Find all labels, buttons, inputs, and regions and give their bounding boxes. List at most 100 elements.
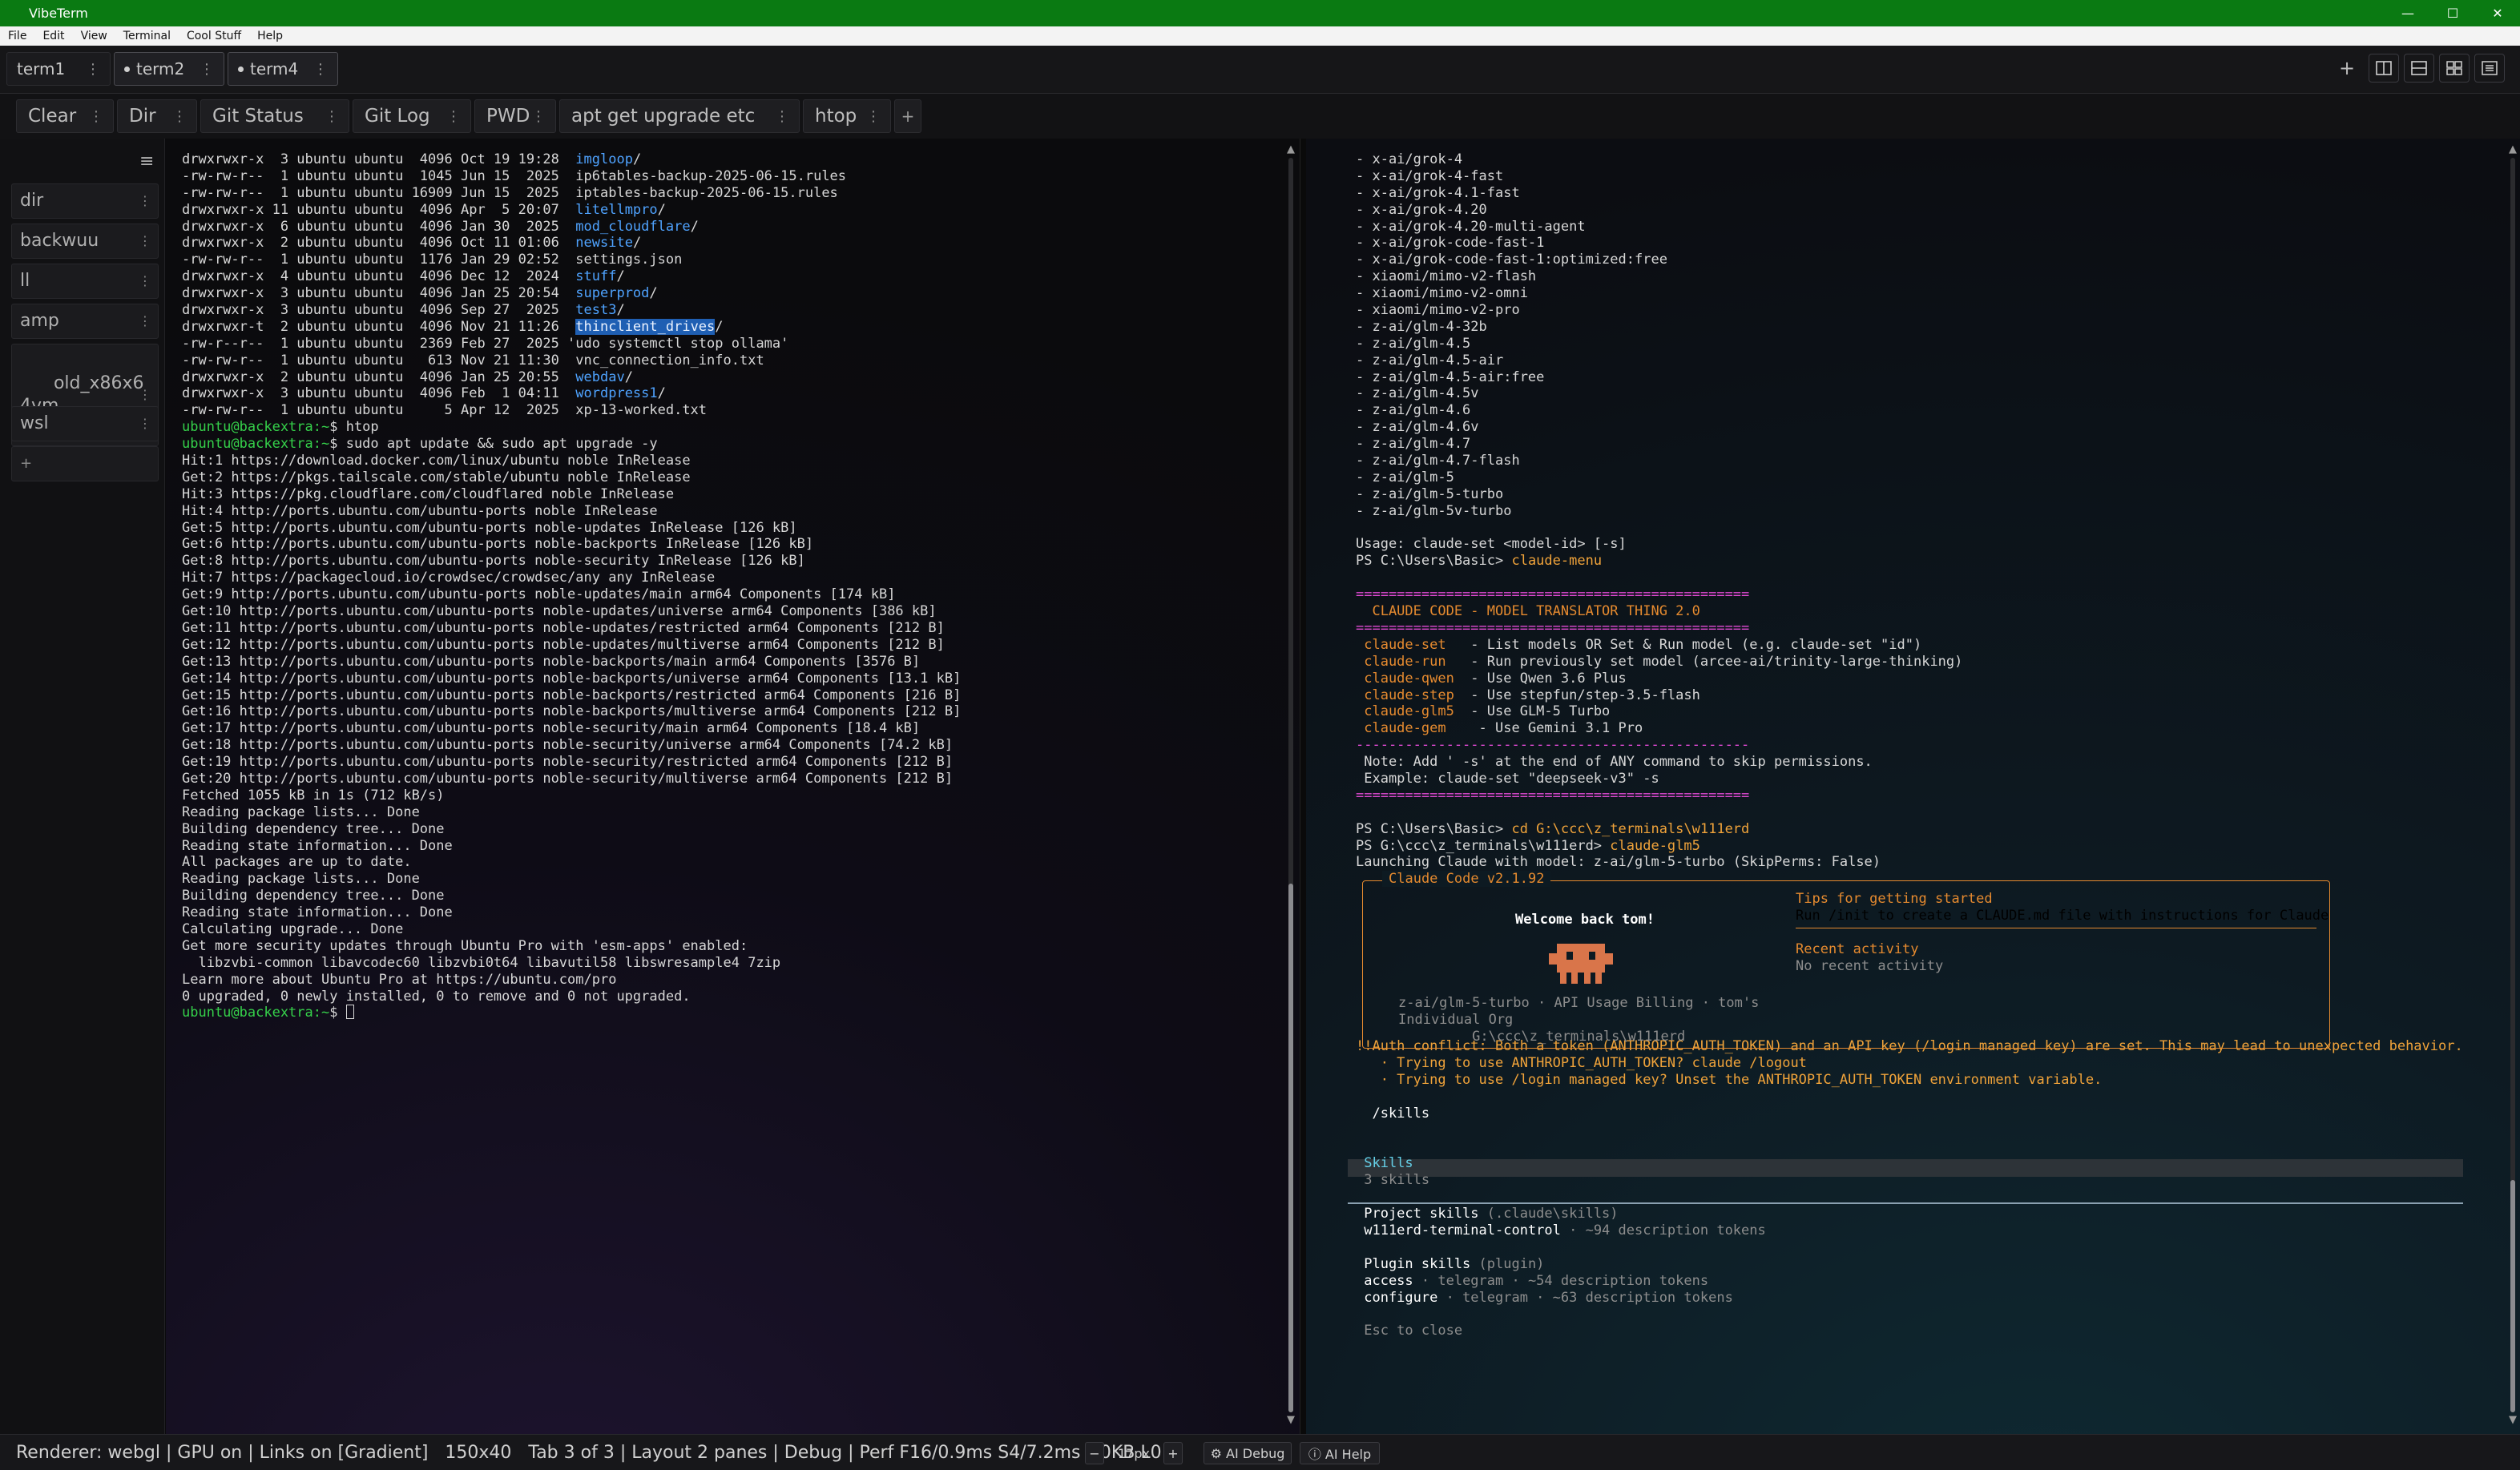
terminal-line: drwxrwxr-x 11 ubuntu ubuntu 4096 Apr 5 2…: [182, 202, 961, 219]
quick-pwd-button[interactable]: PWD ⋮: [474, 99, 556, 133]
terminal-line: - z-ai/glm-4.7-flash: [1356, 453, 2463, 469]
command-menu-icon[interactable]: ⋮: [89, 108, 103, 125]
font-increase-button[interactable]: +: [1163, 1442, 1183, 1464]
terminal-line: Calculating upgrade... Done: [182, 921, 961, 938]
sidebar-item-amp[interactable]: amp ⋮: [11, 304, 159, 339]
model-billing-line: z-ai/glm-5-turbo · API Usage Billing · t…: [1398, 995, 1760, 1011]
sidebar-item-dir[interactable]: dir ⋮: [11, 183, 159, 219]
terminal-output[interactable]: - x-ai/grok-4- x-ai/grok-4-fast - x-ai/gr…: [1356, 151, 2463, 1339]
split-vertical-button[interactable]: [2369, 54, 2399, 83]
terminal-line: Reading package lists... Done: [182, 871, 961, 888]
item-menu-icon[interactable]: ⋮: [139, 230, 151, 252]
claude-version-title: Claude Code v2.1.92: [1382, 871, 1551, 887]
tab-term4[interactable]: term4 ⋮: [228, 52, 338, 86]
menu-view[interactable]: View: [73, 30, 115, 42]
font-size-value: 17px: [1118, 1445, 1150, 1461]
quick-git-log-button[interactable]: Git Log ⋮: [353, 99, 471, 133]
item-menu-icon[interactable]: ⋮: [139, 270, 151, 292]
terminal-line: -rw-rw-r-- 1 ubuntu ubuntu 613 Nov 21 11…: [182, 352, 961, 369]
ai-debug-button[interactable]: ⚙ AI Debug: [1204, 1442, 1292, 1464]
minimize-button[interactable]: —: [2385, 0, 2430, 26]
sidebar-item-backwuu[interactable]: backwuu ⋮: [11, 224, 159, 259]
quick-htop-button[interactable]: htop ⋮: [803, 99, 891, 133]
scroll-up-icon[interactable]: ▲: [2508, 143, 2518, 155]
quick-dir-button[interactable]: Dir ⋮: [117, 99, 197, 133]
terminal-text: Get:13 http://ports.ubuntu.com/ubuntu-po…: [182, 653, 921, 670]
close-button[interactable]: ✕: [2475, 0, 2520, 26]
terminal-text: CLAUDE CODE - MODEL TRANSLATOR THING 2.0: [1356, 603, 1700, 620]
command-menu-icon[interactable]: ⋮: [325, 108, 339, 125]
command-menu-icon[interactable]: ⋮: [866, 108, 881, 125]
menu-file[interactable]: File: [0, 30, 34, 42]
scroll-up-icon[interactable]: ▲: [1286, 143, 1296, 155]
scroll-thumb[interactable]: [1288, 884, 1293, 1412]
menu-edit[interactable]: Edit: [34, 30, 72, 42]
terminal-text: /: [616, 268, 625, 285]
terminal-line: Plugin skills (plugin): [1356, 1256, 2463, 1273]
font-decrease-button[interactable]: −: [1085, 1442, 1104, 1464]
terminal-line: -rw-rw-r-- 1 ubuntu ubuntu 5 Apr 12 2025…: [182, 402, 961, 419]
terminal-text: drwxrwxr-x 3 ubuntu ubuntu 4096 Oct 19 1…: [182, 151, 576, 167]
terminal-pane-left[interactable]: drwxrwxr-x 3 ubuntu ubuntu 4096 Oct 19 1…: [166, 139, 1300, 1434]
tab-menu-icon[interactable]: ⋮: [313, 61, 328, 78]
ai-help-button[interactable]: ⓘ AI Help: [1300, 1442, 1380, 1464]
tab-bar: term1 ⋮ term2 ⋮ term4 ⋮ +: [0, 46, 2520, 94]
menu-help[interactable]: Help: [249, 30, 291, 42]
tab-label: term2: [136, 59, 185, 79]
maximize-button[interactable]: ☐: [2430, 0, 2475, 26]
quick-clear-button[interactable]: Clear ⋮: [16, 99, 114, 133]
split-horizontal-icon: [2411, 61, 2427, 75]
item-menu-icon[interactable]: ⋮: [139, 413, 151, 435]
tab-menu-icon[interactable]: ⋮: [86, 61, 100, 78]
terminal-text: 0 upgraded, 0 newly installed, 0 to remo…: [182, 988, 691, 1005]
quick-apt-upgrade-button[interactable]: apt get upgrade etc ⋮: [559, 99, 800, 133]
hamburger-menu-icon[interactable]: ≡: [139, 151, 154, 171]
command-menu-icon[interactable]: ⋮: [775, 108, 789, 125]
new-tab-button[interactable]: +: [2332, 54, 2362, 83]
terminal-line: claude-set - List models OR Set & Run mo…: [1356, 637, 2463, 654]
scroll-down-icon[interactable]: ▼: [1286, 1414, 1296, 1426]
right-scrollbar[interactable]: ▲ ▼: [2508, 139, 2518, 1434]
command-menu-icon[interactable]: ⋮: [531, 108, 546, 125]
scroll-down-icon[interactable]: ▼: [2508, 1414, 2518, 1426]
terminal-line: Get:2 https://pkgs.tailscale.com/stable/…: [182, 469, 961, 486]
item-menu-icon[interactable]: ⋮: [139, 384, 151, 406]
terminal-line: Get:19 http://ports.ubuntu.com/ubuntu-po…: [182, 754, 961, 771]
terminal-line: claude-qwen - Use Qwen 3.6 Plus: [1356, 671, 2463, 687]
tab-term1[interactable]: term1 ⋮: [6, 52, 111, 86]
item-menu-icon[interactable]: ⋮: [139, 190, 151, 212]
pane-divider[interactable]: [1300, 139, 1306, 1434]
command-menu-icon[interactable]: ⋮: [172, 108, 187, 125]
add-quick-command-button[interactable]: +: [894, 99, 921, 133]
terminal-line: drwxrwxr-x 3 ubuntu ubuntu 4096 Oct 19 1…: [182, 151, 961, 168]
list-layout-button[interactable]: [2474, 54, 2505, 83]
scroll-thumb[interactable]: [2510, 1180, 2515, 1412]
tab-menu-icon[interactable]: ⋮: [200, 61, 214, 78]
add-sidebar-item-button[interactable]: +: [11, 446, 159, 481]
terminal-line: Reading state information... Done: [182, 838, 961, 855]
left-scrollbar[interactable]: ▲ ▼: [1286, 139, 1296, 1434]
sidebar-item-wsl[interactable]: wsl ⋮: [11, 406, 159, 441]
terminal-text: Reading package lists... Done: [182, 871, 420, 888]
terminal-output[interactable]: drwxrwxr-x 3 ubuntu ubuntu 4096 Oct 19 1…: [182, 151, 961, 1021]
quick-git-status-button[interactable]: Git Status ⋮: [200, 99, 349, 133]
terminal-text: Note: Add ' -s' at the end of ANY comman…: [1356, 754, 1873, 771]
terminal-line: - x-ai/grok-4.20: [1356, 202, 2463, 219]
terminal-text: · telegram · ~63 description tokens: [1437, 1289, 1733, 1306]
terminal-pane-right[interactable]: - x-ai/grok-4- x-ai/grok-4-fast - x-ai/gr…: [1306, 139, 2520, 1434]
menu-terminal[interactable]: Terminal: [115, 30, 179, 42]
item-menu-icon[interactable]: ⋮: [139, 310, 151, 332]
grid-layout-button[interactable]: [2439, 54, 2470, 83]
split-horizontal-button[interactable]: [2404, 54, 2434, 83]
sidebar-item-ll[interactable]: ll ⋮: [11, 264, 159, 299]
tab-term2[interactable]: term2 ⋮: [114, 52, 224, 86]
command-menu-icon[interactable]: ⋮: [446, 108, 461, 125]
terminal-line: Get:18 http://ports.ubuntu.com/ubuntu-po…: [182, 737, 961, 754]
terminal-text: -rw-rw-r-- 1 ubuntu ubuntu 5 Apr 12 2025…: [182, 402, 708, 419]
org-line: Individual Org: [1398, 1011, 1514, 1028]
terminal-text: Reading state information... Done: [182, 837, 453, 854]
menu-cool-stuff[interactable]: Cool Stuff: [179, 30, 249, 42]
